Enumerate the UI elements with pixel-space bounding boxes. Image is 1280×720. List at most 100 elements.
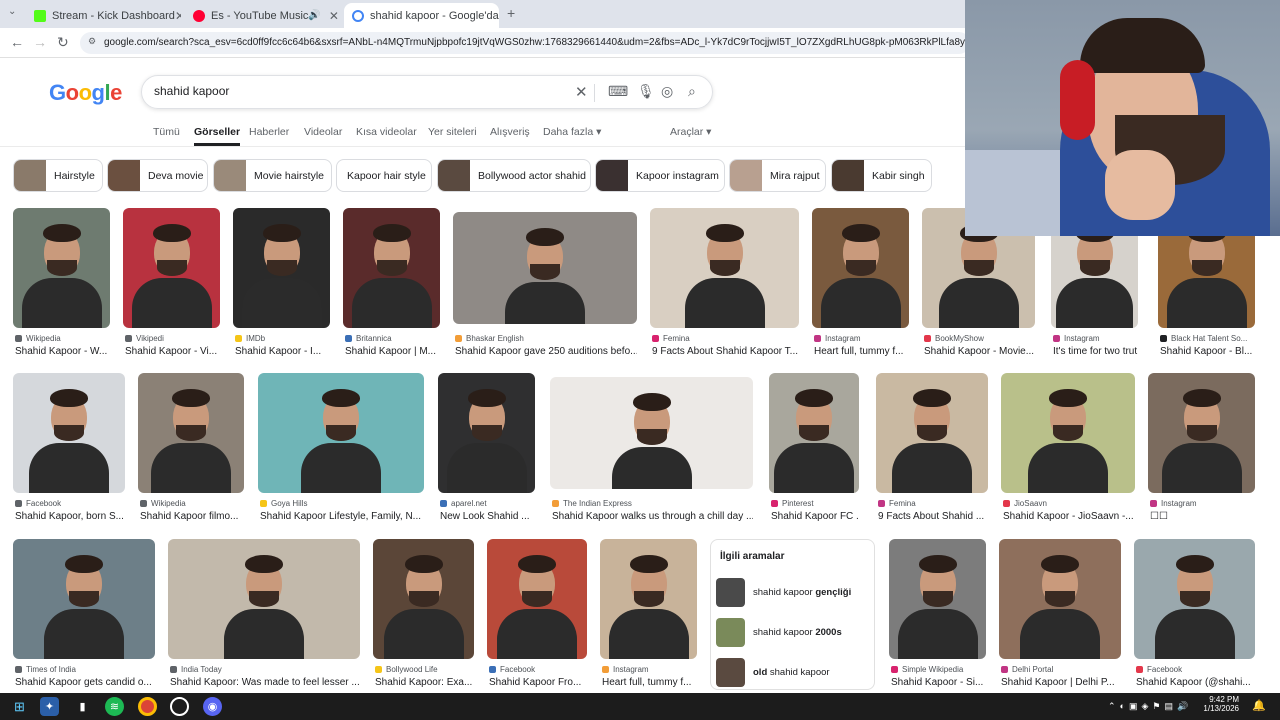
image-result-card[interactable]: Femina 9 Facts About Shahid Kapoor T... <box>650 208 799 368</box>
result-source[interactable]: Facebook <box>489 665 587 674</box>
result-thumbnail[interactable] <box>373 539 474 659</box>
result-title[interactable]: Shahid Kapoor - Movie... <box>924 346 1035 357</box>
close-icon[interactable]: ✕ <box>329 9 339 23</box>
new-tab-icon[interactable]: + <box>507 5 515 21</box>
result-title[interactable]: Shahid Kapoor: Exa... <box>375 677 474 688</box>
chip-kabir-singh[interactable]: Kabir singh <box>831 159 932 192</box>
result-source[interactable]: The Indian Express <box>552 499 753 508</box>
result-source[interactable]: Femina <box>652 334 799 343</box>
result-title[interactable]: 9 Facts About Shahid Kapoor T... <box>652 346 799 357</box>
obs-icon[interactable] <box>170 697 189 716</box>
result-source[interactable]: Simple Wikipedia <box>891 665 986 674</box>
discord-icon[interactable]: ◉ <box>203 697 222 716</box>
image-result-card[interactable]: Instagram ☐☐ <box>1148 373 1255 533</box>
image-result-card[interactable]: Britannica Shahid Kapoor | M... <box>343 208 440 368</box>
result-title[interactable]: Shahid Kapoor walks us through a chill d… <box>552 511 753 522</box>
result-source[interactable]: Times of India <box>15 665 155 674</box>
result-thumbnail[interactable] <box>999 539 1121 659</box>
close-icon[interactable]: ✕ <box>175 9 181 23</box>
result-title[interactable]: Shahid Kapoor: Was made to feel lesser .… <box>170 677 360 688</box>
result-title[interactable]: Shahid Kapoor - I... <box>235 346 330 357</box>
result-title[interactable]: Shahid Kapoor | M... <box>345 346 440 357</box>
spotify-icon[interactable]: ≋ <box>105 697 124 716</box>
result-title[interactable]: Heart full, tummy f... <box>814 346 909 357</box>
tab-all[interactable]: Tümü <box>153 126 180 138</box>
speaker-icon[interactable]: 🔊 <box>308 10 320 21</box>
result-thumbnail[interactable] <box>138 373 244 493</box>
image-result-card[interactable]: Wikipedia Shahid Kapoor filmo... <box>138 373 244 533</box>
site-info-icon[interactable]: ⚙ <box>88 36 96 47</box>
result-thumbnail[interactable] <box>1001 373 1135 493</box>
image-result-card[interactable]: IMDb Shahid Kapoor - I... <box>233 208 330 368</box>
result-title[interactable]: Shahid Kapoor filmo... <box>140 511 244 522</box>
result-thumbnail[interactable] <box>650 208 799 328</box>
result-source[interactable]: IMDb <box>235 334 330 343</box>
result-source[interactable]: Instagram <box>602 665 697 674</box>
lens-icon[interactable]: ◎ <box>661 83 673 100</box>
related-search-item[interactable]: shahid kapoor 2000s <box>716 616 842 648</box>
image-result-card[interactable]: Facebook Shahid Kapoor (@shahi... <box>1134 539 1255 699</box>
image-result-card[interactable]: Facebook Shahid Kapoor Fro... <box>487 539 587 699</box>
image-result-card[interactable]: Instagram Heart full, tummy f... <box>812 208 909 368</box>
result-title[interactable]: Shahid Kapoor gets candid o... <box>15 677 155 688</box>
image-result-card[interactable]: aparel.net New Look Shahid ... <box>438 373 535 533</box>
image-result-card[interactable]: Femina 9 Facts About Shahid ... <box>876 373 988 533</box>
result-thumbnail[interactable] <box>123 208 220 328</box>
result-thumbnail[interactable] <box>550 377 753 489</box>
keyboard-icon[interactable]: ⌨ <box>608 83 628 100</box>
result-thumbnail[interactable] <box>453 212 637 324</box>
image-result-card[interactable]: Bollywood Life Shahid Kapoor: Exa... <box>373 539 474 699</box>
google-logo[interactable]: Google <box>49 80 122 106</box>
result-title[interactable]: Shahid Kapoor FC ... <box>771 511 859 522</box>
result-thumbnail[interactable] <box>876 373 988 493</box>
result-thumbnail[interactable] <box>343 208 440 328</box>
tab-shopping[interactable]: Alışveriş <box>490 126 530 138</box>
result-source[interactable]: Bollywood Life <box>375 665 474 674</box>
microphone-icon[interactable]: 🎙 <box>637 83 655 100</box>
image-result-card[interactable]: Instagram Heart full, tummy f... <box>600 539 697 699</box>
result-thumbnail[interactable] <box>438 373 535 493</box>
image-result-card[interactable]: Delhi Portal Shahid Kapoor | Delhi P... <box>999 539 1121 699</box>
result-title[interactable]: Shahid Kapoor (@shahi... <box>1136 677 1255 688</box>
result-title[interactable]: Shahid Kapoor - W... <box>15 346 110 357</box>
result-thumbnail[interactable] <box>1134 539 1255 659</box>
windows-start-icon[interactable]: ⊞ <box>10 697 29 716</box>
image-result-card[interactable]: Goya Hills Shahid Kapoor Lifestyle, Famil… <box>258 373 424 533</box>
result-title[interactable]: Shahid Kapoor Fro... <box>489 677 587 688</box>
result-thumbnail[interactable] <box>1148 373 1255 493</box>
image-result-card[interactable]: Simple Wikipedia Shahid Kapoor - Si... <box>889 539 986 699</box>
chip-hairstyle[interactable]: Hairstyle <box>13 159 103 192</box>
result-source[interactable]: BookMyShow <box>924 334 1035 343</box>
image-result-card[interactable]: Vikipedi Shahid Kapoor - Vi... <box>123 208 220 368</box>
tab-youtube-music[interactable]: Es - YouTube Music 🔊 ✕ <box>185 3 340 28</box>
result-thumbnail[interactable] <box>487 539 587 659</box>
tab-kick[interactable]: Stream - Kick Dashboard ✕ <box>26 3 181 28</box>
result-thumbnail[interactable] <box>13 539 155 659</box>
notification-icon[interactable]: 🔔 <box>1252 699 1266 712</box>
file-icon[interactable]: ▮ <box>73 697 92 716</box>
tab-more[interactable]: Daha fazla ▾ <box>543 126 601 138</box>
url-field[interactable]: ⚙ google.com/search?sca_esv=6cd0ff9fcc6c… <box>80 32 970 54</box>
clear-icon[interactable]: ✕ <box>575 83 588 101</box>
result-title[interactable]: Shahid Kapoor | Delhi P... <box>1001 677 1121 688</box>
tab-news[interactable]: Haberler <box>249 126 289 138</box>
chrome-icon[interactable] <box>138 697 157 716</box>
tab-search-icon[interactable]: ⌄ <box>8 6 16 17</box>
result-title[interactable]: Shahid Kapoor, born S... <box>15 511 125 522</box>
image-result-card[interactable]: Facebook Shahid Kapoor, born S... <box>13 373 125 533</box>
result-source[interactable]: Facebook <box>1136 665 1255 674</box>
result-title[interactable]: 9 Facts About Shahid ... <box>878 511 988 522</box>
result-source[interactable]: Goya Hills <box>260 499 424 508</box>
result-source[interactable]: Facebook <box>15 499 125 508</box>
image-result-card[interactable]: JioSaavn Shahid Kapoor - JioSaavn -... <box>1001 373 1135 533</box>
result-source[interactable]: Wikipedia <box>140 499 244 508</box>
result-title[interactable]: Shahid Kapoor - Bl... <box>1160 346 1255 357</box>
tab-places[interactable]: Yer siteleri <box>428 126 477 138</box>
image-result-card[interactable]: The Indian Express Shahid Kapoor walks us… <box>550 373 753 533</box>
result-source[interactable]: Britannica <box>345 334 440 343</box>
result-thumbnail[interactable] <box>600 539 697 659</box>
chip-kapoor-instagram[interactable]: Kapoor instagram <box>595 159 725 192</box>
search-icon[interactable]: ⌕ <box>688 83 696 100</box>
result-title[interactable]: Shahid Kapoor - Vi... <box>125 346 220 357</box>
result-thumbnail[interactable] <box>233 208 330 328</box>
